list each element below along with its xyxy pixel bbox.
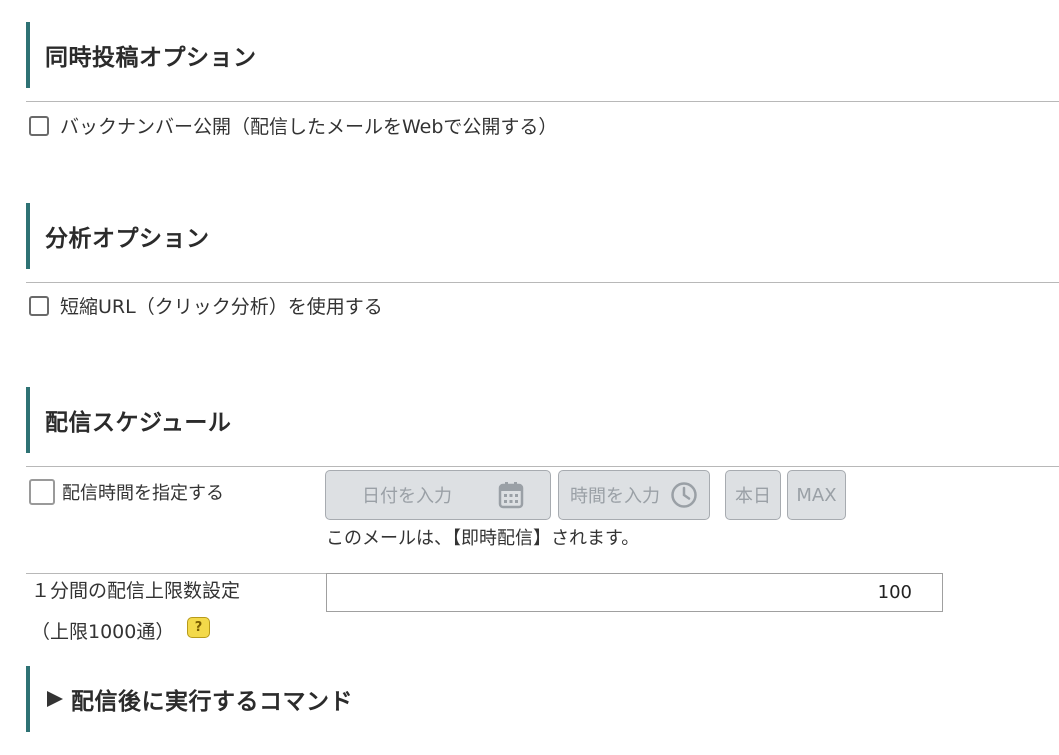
today-label: 本日 [735,486,771,507]
divider [26,101,1059,102]
help-glyph: ? [194,620,203,635]
time-input-button[interactable]: 時間を入力 [558,470,710,520]
today-button[interactable]: 本日 [725,470,781,520]
backnumber-label: バックナンバー公開（配信したメールをWebで公開する） [60,116,558,138]
section-title-schedule: 配信スケジュール [45,410,232,436]
delivery-notice: このメールは、【即時配信】されます。 [326,528,640,549]
rate-limit-label: １分間の配信上限数設定 [31,580,241,602]
section-header-schedule: 配信スケジュール [26,387,1059,453]
backnumber-checkbox[interactable] [29,115,49,136]
date-input-button[interactable]: 日付を入力 [325,470,551,520]
rate-limit-value: 100 [877,582,912,603]
shorturl-label: 短縮URL（クリック分析）を使用する [60,296,383,318]
section-header-command[interactable]: 配信後に実行するコマンド [26,666,1059,732]
max-button[interactable]: MAX [787,470,846,520]
triangle-right-icon [47,691,63,707]
section-header-analysis: 分析オプション [26,203,1059,269]
calendar-icon [498,481,524,509]
date-placeholder: 日付を入力 [362,486,452,507]
help-icon[interactable]: ? [187,617,210,638]
shorturl-checkbox[interactable] [29,295,49,316]
clock-icon [670,481,698,509]
time-placeholder: 時間を入力 [570,486,660,507]
command-toggle[interactable]: 配信後に実行するコマンド [45,682,353,716]
backnumber-option[interactable]: バックナンバー公開（配信したメールをWebで公開する） [29,112,557,139]
section-header-simultaneous: 同時投稿オプション [26,22,1059,88]
specify-time-option[interactable]: 配信時間を指定する [29,479,224,505]
specify-time-label: 配信時間を指定する [62,483,224,504]
divider [26,466,1059,467]
rate-limit-sublabel: （上限1000通） [31,621,175,643]
section-title-command: 配信後に実行するコマンド [71,689,353,715]
specify-time-checkbox[interactable] [29,479,55,505]
section-title-simultaneous: 同時投稿オプション [45,45,257,71]
shorturl-option[interactable]: 短縮URL（クリック分析）を使用する [29,292,383,319]
rate-limit-input[interactable]: 100 [326,573,943,612]
section-title-analysis: 分析オプション [45,226,210,252]
max-label: MAX [796,484,837,506]
divider [26,282,1059,283]
divider [26,573,326,574]
